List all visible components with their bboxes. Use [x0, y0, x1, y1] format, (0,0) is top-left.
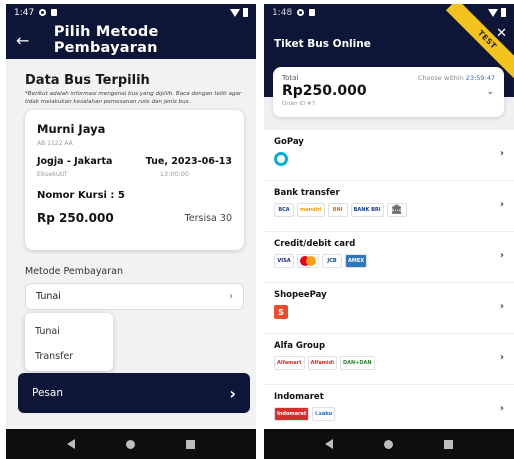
- payment-option-transfer[interactable]: Transfer: [25, 344, 113, 369]
- method-bank-transfer[interactable]: Bank transfer BCA mandiri BNI BANK BRI 🏛…: [264, 181, 514, 232]
- payment-dropdown-menu: Tunai Transfer: [25, 313, 113, 371]
- ticket-price: Rp 250.000: [37, 211, 114, 225]
- indomaret-logo: Indomaret: [274, 407, 310, 421]
- nav-home-icon[interactable]: [383, 439, 393, 449]
- chevron-right-icon: ›: [229, 383, 236, 403]
- alfamart-logo: Alfamart: [274, 356, 305, 370]
- bus-plate: AB 1122 AA: [37, 140, 73, 147]
- order-id: Order ID #7: [282, 101, 316, 107]
- mastercard-icon: [297, 254, 319, 268]
- nav-recents-icon[interactable]: [444, 439, 454, 449]
- payment-method-select[interactable]: Tunai ›: [25, 283, 244, 310]
- sim-status-icon: [51, 9, 58, 16]
- chevron-right-icon: ›: [499, 250, 504, 261]
- chevron-right-icon: ›: [499, 199, 504, 210]
- wifi-icon: [488, 8, 498, 17]
- payment-method-value: Tunai: [36, 291, 61, 302]
- method-name: ShopeePay: [274, 290, 327, 300]
- dandan-logo: DAN+DAN: [339, 356, 375, 370]
- nav-back-icon[interactable]: [66, 439, 75, 449]
- jcb-logo: JCB: [322, 254, 342, 268]
- settings-status-icon: [297, 9, 305, 16]
- bank-building-icon: 🏛: [386, 203, 407, 217]
- back-arrow-icon[interactable]: ←: [16, 31, 37, 50]
- chevron-right-icon: ›: [499, 148, 504, 159]
- system-nav-bar: [264, 429, 514, 459]
- method-name: GoPay: [274, 137, 304, 147]
- settings-status-icon: [39, 9, 47, 16]
- bus-card: Murni Jaya AB 1122 AA Jogja - Jakarta Tu…: [25, 110, 244, 250]
- method-name: Indomaret: [274, 392, 324, 402]
- countdown-timer: 23:59:47: [465, 74, 495, 82]
- nav-home-icon[interactable]: [125, 439, 135, 449]
- gopay-logo-icon: [274, 152, 288, 166]
- isaku-logo: i.saku: [312, 407, 336, 421]
- status-time: 1:48: [272, 7, 293, 18]
- bus-class: Eksekutif: [37, 170, 67, 178]
- total-card[interactable]: Total Rp250.000 Order ID #7 Choose withi…: [273, 67, 504, 117]
- seats-remaining: Tersisa 30: [184, 212, 232, 224]
- battery-icon: [501, 8, 506, 17]
- method-alfa-group[interactable]: Alfa Group Alfamart Alfamidi DAN+DAN ›: [264, 334, 514, 385]
- wifi-icon: [230, 8, 240, 17]
- app-bar: ← Pilih Metode Pembayaran: [6, 21, 256, 59]
- bni-logo: BNI: [327, 203, 348, 217]
- left-header: 1:47 ← Pilih Metode Pembayaran: [6, 4, 256, 59]
- bri-logo: BANK BRI: [350, 203, 384, 217]
- shopeepay-logo-icon: S: [274, 305, 288, 319]
- right-screen: 1:48 Tiket Bus Online TEST ✕ Total Rp250…: [264, 4, 514, 459]
- merchant-title: Tiket Bus Online: [274, 38, 371, 50]
- countdown-text: Choose within 23:59:47: [418, 74, 495, 82]
- left-screen: 1:47 ← Pilih Metode Pembayaran Data Bus …: [6, 4, 256, 459]
- payment-method-list: GoPay › Bank transfer BCA mandiri BNI BA…: [264, 130, 514, 436]
- bus-date: Tue, 2023-06-13: [145, 156, 232, 167]
- order-button[interactable]: Pesan ›: [18, 373, 250, 413]
- bca-logo: BCA: [274, 203, 294, 217]
- method-name: Alfa Group: [274, 341, 326, 351]
- payment-option-tunai[interactable]: Tunai: [25, 319, 113, 344]
- system-nav-bar: [6, 429, 256, 459]
- seat-number: Nomor Kursi : 5: [37, 190, 125, 201]
- battery-icon: [243, 8, 248, 17]
- method-shopeepay[interactable]: ShopeePay S ›: [264, 283, 514, 334]
- chevron-right-icon: ›: [499, 403, 504, 414]
- bus-name: Murni Jaya: [37, 122, 106, 136]
- method-credit-card[interactable]: Credit/debit card VISA JCB AMEX ›: [264, 232, 514, 283]
- mandiri-logo: mandiri: [297, 203, 325, 217]
- bus-time: 13:00:00: [159, 170, 189, 178]
- status-time: 1:47: [14, 7, 35, 18]
- bus-section-description: *Berikut adalah informasi mengenai bus y…: [25, 91, 242, 105]
- order-button-label: Pesan: [32, 387, 63, 399]
- alfamidi-logo: Alfamidi: [307, 356, 337, 370]
- bus-route: Jogja - Jakarta: [37, 156, 113, 167]
- chevron-right-icon: ›: [499, 352, 504, 363]
- amex-logo: AMEX: [345, 254, 368, 268]
- method-name: Credit/debit card: [274, 239, 356, 249]
- countdown-prefix: Choose within: [417, 74, 464, 82]
- nav-back-icon[interactable]: [324, 439, 333, 449]
- nav-recents-icon[interactable]: [186, 439, 196, 449]
- payment-method-label: Metode Pembayaran: [25, 266, 124, 277]
- close-icon[interactable]: ✕: [496, 26, 507, 41]
- sim-status-icon: [309, 9, 316, 16]
- bus-section-title: Data Bus Terpilih: [25, 73, 150, 88]
- total-amount: Rp250.000: [282, 83, 367, 99]
- chevron-right-icon: ›: [499, 301, 504, 312]
- chevron-down-icon[interactable]: ⌄: [486, 87, 494, 97]
- visa-logo: VISA: [274, 254, 294, 268]
- method-gopay[interactable]: GoPay ›: [264, 130, 514, 181]
- method-name: Bank transfer: [274, 188, 340, 198]
- status-bar: 1:47: [6, 4, 256, 21]
- page-title: Pilih Metode Pembayaran: [53, 24, 159, 56]
- chevron-right-icon: ›: [229, 291, 233, 302]
